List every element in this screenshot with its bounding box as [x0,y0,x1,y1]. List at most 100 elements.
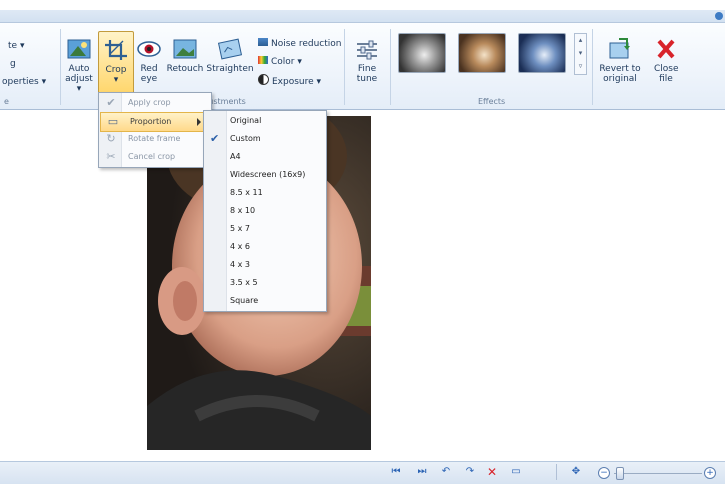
exposure-icon [258,74,269,85]
ribbon-item-fragment-1[interactable]: te ▾ [8,41,24,51]
straighten-label: Straighten [206,64,254,74]
crop-menu: ✔ Apply crop ▭ Proportion ↻ Rotate frame… [98,92,212,168]
proportion-item[interactable]: 8.5 x 11 [204,184,326,202]
proportion-item-label: 8.5 x 11 [230,188,263,197]
proportion-label: Proportion [130,117,172,126]
close-file-button[interactable]: Close file [648,37,684,84]
proportion-icon: ▭ [107,115,119,128]
crop-menu-apply-crop[interactable]: ✔ Apply crop [99,94,211,112]
ribbon-separator [390,29,391,105]
straighten-icon [217,37,243,61]
close-icon [653,37,679,61]
proportion-item-label: Original [230,116,262,125]
fine-tune-label: Fine tune [356,64,378,84]
color-label: Color [271,57,295,67]
slideshow-icon[interactable]: ▭ [510,466,522,478]
proportion-item-label: A4 [230,152,241,161]
revert-label: Revert to original [599,64,641,84]
zoom-in-icon[interactable]: + [704,467,716,479]
ribbon-separator [592,29,593,105]
proportion-item[interactable]: 3.5 x 5 [204,274,326,292]
proportion-item[interactable]: Widescreen (16x9) [204,166,326,184]
revert-to-original-button[interactable]: Revert to original [598,37,642,84]
proportion-item[interactable]: 4 x 3 [204,256,326,274]
crop-label: Crop [105,65,127,75]
noise-reduction-label: Noise reduction [271,39,342,49]
red-eye-label: Red eye [140,64,158,84]
ribbon-separator [344,29,345,105]
crop-menu-rotate-frame[interactable]: ↻ Rotate frame [99,130,211,148]
rotate-frame-icon: ↻ [106,132,116,145]
crop-menu-proportion[interactable]: ▭ Proportion [100,112,210,132]
eye-icon [136,37,162,61]
group-label-fragment: e [4,97,9,106]
ribbon-item-fragment-3[interactable]: operties ▾ [2,77,46,87]
proportion-item[interactable]: 5 x 7 [204,220,326,238]
color-icon [258,56,268,64]
proportion-item-label: 4 x 3 [230,260,250,269]
proportion-item-checked[interactable]: ✔ Custom [204,130,326,148]
submenu-arrow-icon [197,118,201,126]
exposure-button[interactable]: Exposure ▾ [258,74,321,87]
ribbon-item-fragment-2[interactable]: g [10,59,16,69]
help-icon[interactable] [715,12,723,20]
ribbon-tab-strip [0,10,725,23]
zoom-out-icon[interactable]: − [598,467,610,479]
proportion-item-label: 3.5 x 5 [230,278,258,287]
fit-icon[interactable]: ✥ [570,466,582,478]
effect-thumbnail-sepia[interactable] [458,33,506,73]
proportion-item-label: 5 x 7 [230,224,250,233]
proportion-item[interactable]: Square [204,292,326,310]
proportion-item[interactable]: 4 x 6 [204,238,326,256]
close-file-label: Close file [654,64,679,84]
window-title-fragment [30,0,230,6]
checkmark-icon: ✔ [106,96,116,109]
straighten-button[interactable]: Straighten [206,37,254,74]
crop-icon [103,38,129,62]
retouch-icon [172,37,198,61]
proportion-item-label: 4 x 6 [230,242,250,251]
next-icon[interactable]: ⏭ [416,466,428,478]
proportion-item-label: Square [230,296,259,305]
effect-thumbnail-grayscale[interactable] [398,33,446,73]
proportion-item[interactable]: A4 [204,148,326,166]
proportion-submenu: Original ✔ Custom A4 Widescreen (16x9) 8.… [203,110,327,312]
zoom-slider-track[interactable] [614,473,702,474]
proportion-item-label: Custom [230,134,261,143]
noise-reduction-icon [258,38,268,46]
fine-tune-button[interactable]: Fine tune [350,37,384,84]
checkmark-icon: ✔ [210,132,220,145]
auto-adjust-button[interactable]: Auto adjust ▾ [62,37,96,94]
cancel-crop-label: Cancel crop [128,152,176,161]
ribbon-separator [60,29,61,105]
color-button[interactable]: Color ▾ [258,56,302,67]
rotate-right-icon[interactable]: ↷ [464,466,476,478]
auto-adjust-label: Auto adjust [65,64,93,84]
retouch-label: Retouch [166,64,204,74]
red-eye-button[interactable]: Red eye [135,37,163,84]
exposure-label: Exposure [272,77,314,87]
revert-icon [607,37,633,61]
fine-tune-icon [354,37,380,61]
rotate-left-icon[interactable]: ↶ [440,466,452,478]
noise-reduction-button[interactable]: Noise reduction [258,38,341,49]
zoom-slider-thumb[interactable] [616,467,624,480]
proportion-item[interactable]: 8 x 10 [204,202,326,220]
auto-adjust-icon [66,37,92,61]
proportion-item[interactable]: Original [204,112,326,130]
proportion-item-label: 8 x 10 [230,206,256,215]
title-bar-top [0,0,725,10]
effects-group-label: Effects [478,97,506,106]
crop-button[interactable]: Crop ▾ [98,31,134,95]
delete-icon[interactable]: ✕ [486,466,498,478]
retouch-button[interactable]: Retouch [166,37,204,74]
status-separator [556,464,557,480]
effect-thumbnail-cyan[interactable] [518,33,566,73]
apply-crop-label: Apply crop [128,98,171,107]
crop-menu-cancel-crop[interactable]: ✂ Cancel crop [99,148,211,166]
effects-gallery-scroll[interactable]: ▴ ▾ ▿ [574,33,587,75]
previous-icon[interactable]: ⏮ [390,466,402,478]
rotate-frame-label: Rotate frame [128,134,181,143]
proportion-item-label: Widescreen (16x9) [230,170,306,179]
cancel-crop-icon: ✂ [106,150,116,163]
